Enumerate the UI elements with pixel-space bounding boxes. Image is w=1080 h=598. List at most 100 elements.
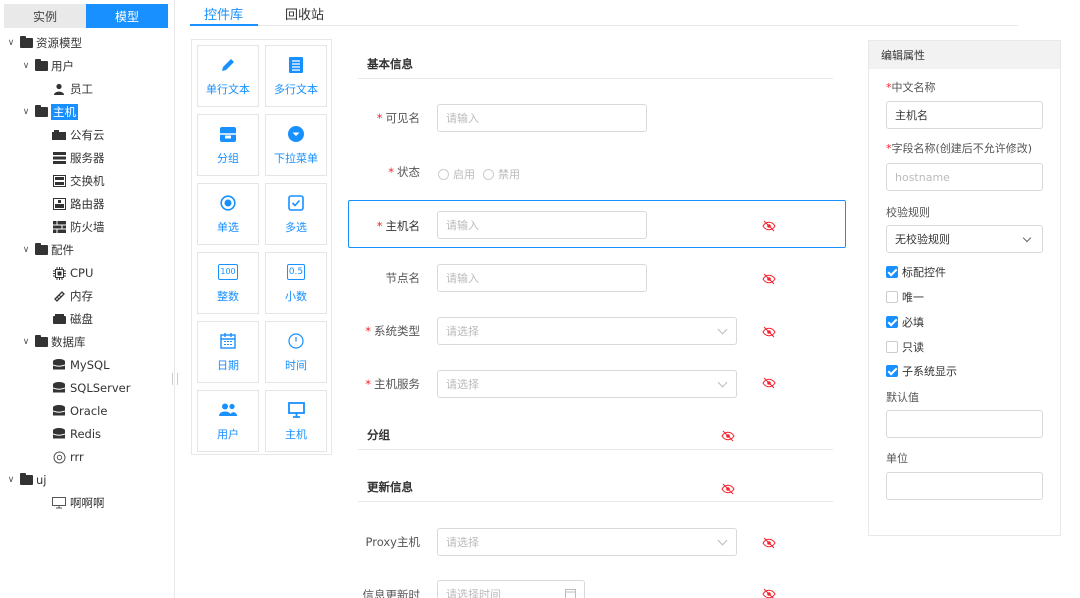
widget-single-line-text[interactable]: 单行文本 [197, 45, 259, 107]
tab-model[interactable]: 模型 [86, 4, 168, 28]
tree-node-public-cloud[interactable]: 公有云 [52, 124, 105, 146]
tab-instance[interactable]: 实例 [4, 4, 86, 28]
tree-node-disk[interactable]: 磁盘 [52, 308, 93, 330]
hidden-eye-icon[interactable] [721, 430, 735, 442]
widget-group[interactable]: 分组 [197, 114, 259, 176]
checkbox[interactable] [886, 316, 898, 328]
tree-node-firewall[interactable]: 防火墙 [52, 216, 105, 238]
hidden-eye-icon[interactable] [762, 273, 776, 285]
chevron-down-icon[interactable]: ∨ [6, 38, 16, 48]
node-name-input[interactable]: 请输入 [437, 264, 647, 292]
section-group[interactable]: 分组 [358, 420, 833, 450]
checkbox[interactable] [886, 341, 898, 353]
tree-node-database[interactable]: ∨ 数据库 [21, 331, 86, 353]
chevron-down-icon[interactable]: ∨ [21, 107, 31, 117]
tree-label: 服务器 [70, 151, 105, 165]
widget-decimal[interactable]: 0.5 小数 [265, 252, 327, 314]
widget-label: 主机 [285, 428, 307, 441]
hidden-eye-icon[interactable] [762, 588, 776, 598]
tree-label: 员工 [70, 82, 93, 96]
calendar-icon [565, 589, 576, 598]
widget-user[interactable]: 用户 [197, 390, 259, 452]
hostname-input[interactable]: 请输入 [437, 211, 647, 239]
hidden-eye-icon[interactable] [762, 377, 776, 389]
field-name-input[interactable]: hostname [886, 163, 1043, 191]
widget-checkbox[interactable]: 多选 [265, 183, 327, 245]
proxy-host-select[interactable]: 请选择 [437, 528, 737, 556]
widget-time[interactable]: 时间 [265, 321, 327, 383]
info-update-time-picker[interactable]: 请选择时间 [437, 580, 585, 598]
tree-node-sqlserver[interactable]: SQLServer [52, 377, 130, 399]
folder-icon [20, 473, 33, 485]
visible-name-input[interactable]: 请输入 [437, 104, 647, 132]
tab-recycle-bin[interactable]: 回收站 [285, 4, 324, 23]
tree-node-resource-model[interactable]: ∨ 资源模型 [6, 32, 82, 54]
users-icon [219, 400, 237, 420]
unit-input[interactable] [886, 472, 1043, 500]
tree-node-cpu[interactable]: CPU [52, 262, 93, 284]
dropdown-icon [288, 124, 304, 144]
widget-label: 日期 [217, 359, 239, 372]
status-enable-radio[interactable] [438, 168, 449, 180]
status-disable-radio[interactable] [483, 168, 494, 180]
check-readonly[interactable]: 只读 [886, 339, 924, 355]
chevron-down-icon[interactable]: ∨ [21, 245, 31, 255]
widget-multi-line-text[interactable]: 多行文本 [265, 45, 327, 107]
cn-name-input[interactable]: 主机名 [886, 101, 1043, 129]
checkbox[interactable] [886, 291, 898, 303]
chevron-down-icon[interactable]: ∨ [21, 61, 31, 71]
checkbox[interactable] [886, 365, 898, 377]
checkbox[interactable] [886, 266, 898, 278]
tree-node-employee[interactable]: 员工 [52, 78, 93, 100]
system-type-select[interactable]: 请选择 [437, 317, 737, 345]
server-icon [52, 152, 66, 164]
hidden-eye-icon[interactable] [762, 537, 776, 549]
chevron-down-icon [717, 377, 728, 388]
tree-node-router[interactable]: 路由器 [52, 193, 105, 215]
tree-node-rrr[interactable]: rrr [52, 446, 84, 468]
section-update-info[interactable]: 更新信息 [358, 472, 833, 502]
hidden-eye-icon[interactable] [762, 220, 776, 232]
tree-label: uj [36, 473, 47, 487]
tab-widget-library[interactable]: 控件库 [204, 4, 243, 23]
resize-handle[interactable] [172, 373, 178, 385]
tree-node-server[interactable]: 服务器 [52, 147, 105, 169]
field-name-label: *字段名称(创建后不允许修改) [886, 142, 1033, 155]
widget-label: 整数 [217, 290, 239, 303]
check-unique[interactable]: 唯一 [886, 289, 924, 305]
tree-node-mysql[interactable]: MySQL [52, 354, 110, 376]
database-icon [52, 405, 66, 417]
host-service-label: * 主机服务 [365, 377, 420, 391]
tree-node-host[interactable]: ∨ 主机 [21, 101, 78, 123]
decimal-icon: 0.5 [286, 262, 306, 282]
hidden-eye-icon[interactable] [762, 326, 776, 338]
section-basic-info[interactable]: 基本信息 [358, 49, 833, 79]
tree-label: SQLServer [70, 381, 131, 395]
folder-icon [35, 59, 48, 71]
tree-node-accessories[interactable]: ∨ 配件 [21, 239, 74, 261]
tree-node-aaa[interactable]: 啊啊啊 [52, 492, 105, 514]
chevron-down-icon[interactable]: ∨ [6, 475, 16, 485]
hidden-eye-icon[interactable] [721, 483, 735, 495]
widget-dropdown[interactable]: 下拉菜单 [265, 114, 327, 176]
tree-label: 内存 [70, 289, 93, 303]
tree-node-uj[interactable]: ∨ uj [6, 469, 46, 491]
check-required[interactable]: 必填 [886, 314, 924, 330]
visible-name-label: * 可见名 [376, 111, 420, 125]
widget-label: 单选 [217, 221, 239, 234]
check-standard-widget[interactable]: 标配控件 [886, 264, 946, 280]
host-service-select[interactable]: 请选择 [437, 370, 737, 398]
widget-date[interactable]: 日期 [197, 321, 259, 383]
widget-radio[interactable]: 单选 [197, 183, 259, 245]
default-value-input[interactable] [886, 410, 1043, 438]
tree-node-switch[interactable]: 交换机 [52, 170, 105, 192]
validation-rule-select[interactable]: 无校验规则 [886, 225, 1043, 253]
widget-host[interactable]: 主机 [265, 390, 327, 452]
tree-node-memory[interactable]: 内存 [52, 285, 93, 307]
chevron-down-icon[interactable]: ∨ [21, 337, 31, 347]
tree-node-oracle[interactable]: Oracle [52, 400, 107, 422]
tree-node-user[interactable]: ∨ 用户 [21, 55, 74, 77]
check-subsystem-display[interactable]: 子系统显示 [886, 363, 957, 379]
tree-node-redis[interactable]: Redis [52, 423, 101, 445]
widget-integer[interactable]: 100 整数 [197, 252, 259, 314]
